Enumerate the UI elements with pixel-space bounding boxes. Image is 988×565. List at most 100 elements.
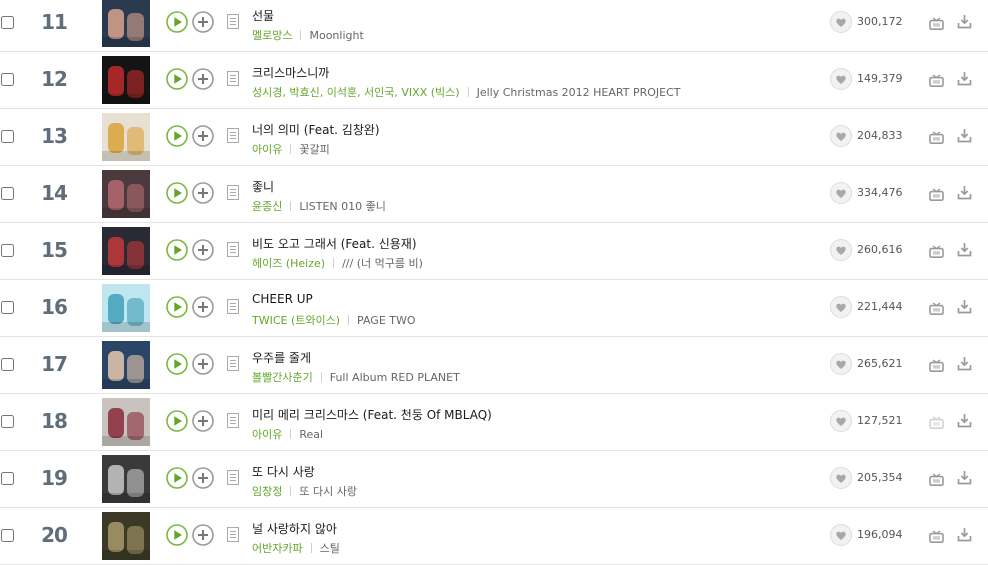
song-title[interactable]: 또 다시 사랑: [252, 463, 315, 480]
album-name[interactable]: 또 다시 사랑: [299, 485, 357, 498]
play-circle-icon[interactable]: [166, 125, 188, 147]
artist-name[interactable]: 성시경, 박효신, 이석훈, 서인국, VIXX (빅스): [252, 86, 460, 99]
download-icon[interactable]: [957, 527, 972, 542]
select-checkbox[interactable]: [1, 472, 14, 485]
tv-icon[interactable]: [929, 471, 944, 487]
download-icon[interactable]: [957, 242, 972, 257]
tv-icon[interactable]: [929, 243, 944, 259]
heart-icon[interactable]: [830, 410, 852, 432]
album-art[interactable]: [102, 512, 150, 560]
plus-circle-icon[interactable]: [192, 182, 214, 204]
album-name[interactable]: PAGE TWO: [357, 314, 416, 327]
album-art[interactable]: [102, 227, 150, 275]
plus-circle-icon[interactable]: [192, 353, 214, 375]
artist-name[interactable]: 임창정: [252, 485, 282, 498]
song-title[interactable]: 미리 메리 크리스마스 (Feat. 천둥 Of MBLAQ): [252, 406, 492, 423]
artist-name[interactable]: 볼빨간사춘기: [252, 371, 313, 384]
plus-circle-icon[interactable]: [192, 524, 214, 546]
select-checkbox[interactable]: [1, 529, 14, 542]
plus-circle-icon[interactable]: [192, 410, 214, 432]
play-circle-icon[interactable]: [166, 11, 188, 33]
plus-circle-icon[interactable]: [192, 68, 214, 90]
artist-name[interactable]: 윤종신: [252, 200, 282, 213]
document-icon[interactable]: [227, 356, 239, 371]
plus-circle-icon[interactable]: [192, 125, 214, 147]
artist-name[interactable]: 헤이즈 (Heize): [252, 257, 325, 270]
document-icon[interactable]: [227, 299, 239, 314]
play-circle-icon[interactable]: [166, 239, 188, 261]
select-checkbox[interactable]: [1, 73, 14, 86]
heart-icon[interactable]: [830, 524, 852, 546]
song-title[interactable]: 선물: [252, 7, 274, 24]
album-art[interactable]: [102, 0, 150, 47]
album-name[interactable]: Jelly Christmas 2012 HEART PROJECT: [477, 86, 681, 99]
play-circle-icon[interactable]: [166, 353, 188, 375]
artist-name[interactable]: TWICE (트와이스): [252, 314, 340, 327]
download-icon[interactable]: [957, 14, 972, 29]
album-name[interactable]: Full Album RED PLANET: [330, 371, 460, 384]
document-icon[interactable]: [227, 14, 239, 29]
tv-icon[interactable]: [929, 528, 944, 544]
heart-icon[interactable]: [830, 68, 852, 90]
album-art[interactable]: [102, 398, 150, 446]
artist-name[interactable]: 아이유: [252, 428, 282, 441]
song-title[interactable]: 너의 의미 (Feat. 김창완): [252, 121, 380, 138]
tv-icon[interactable]: [929, 15, 944, 31]
tv-icon[interactable]: [929, 300, 944, 316]
song-title[interactable]: 크리스마스니까: [252, 64, 329, 81]
album-name[interactable]: LISTEN 010 좋니: [299, 200, 385, 213]
document-icon[interactable]: [227, 413, 239, 428]
album-art[interactable]: [102, 341, 150, 389]
select-checkbox[interactable]: [1, 130, 14, 143]
song-title[interactable]: CHEER UP: [252, 292, 313, 306]
heart-icon[interactable]: [830, 353, 852, 375]
heart-icon[interactable]: [830, 467, 852, 489]
heart-icon[interactable]: [830, 182, 852, 204]
select-checkbox[interactable]: [1, 244, 14, 257]
album-art[interactable]: [102, 113, 150, 161]
song-title[interactable]: 좋니: [252, 178, 274, 195]
document-icon[interactable]: [227, 470, 239, 485]
artist-name[interactable]: 어반자카파: [252, 542, 303, 555]
select-checkbox[interactable]: [1, 358, 14, 371]
album-name[interactable]: 꽃갈피: [299, 143, 329, 156]
play-circle-icon[interactable]: [166, 182, 188, 204]
heart-icon[interactable]: [830, 296, 852, 318]
album-name[interactable]: Moonlight: [309, 29, 363, 42]
heart-icon[interactable]: [830, 239, 852, 261]
album-art[interactable]: [102, 455, 150, 503]
play-circle-icon[interactable]: [166, 524, 188, 546]
artist-name[interactable]: 멜로망스: [252, 29, 292, 42]
select-checkbox[interactable]: [1, 301, 14, 314]
tv-icon[interactable]: [929, 186, 944, 202]
play-circle-icon[interactable]: [166, 410, 188, 432]
document-icon[interactable]: [227, 71, 239, 86]
document-icon[interactable]: [227, 185, 239, 200]
select-checkbox[interactable]: [1, 16, 14, 29]
document-icon[interactable]: [227, 527, 239, 542]
song-title[interactable]: 우주를 줄게: [252, 349, 311, 366]
song-title[interactable]: 널 사랑하지 않아: [252, 520, 337, 537]
plus-circle-icon[interactable]: [192, 296, 214, 318]
play-circle-icon[interactable]: [166, 296, 188, 318]
heart-icon[interactable]: [830, 11, 852, 33]
album-art[interactable]: [102, 284, 150, 332]
download-icon[interactable]: [957, 356, 972, 371]
plus-circle-icon[interactable]: [192, 11, 214, 33]
download-icon[interactable]: [957, 71, 972, 86]
plus-circle-icon[interactable]: [192, 239, 214, 261]
tv-icon[interactable]: [929, 72, 944, 88]
album-name[interactable]: Real: [299, 428, 323, 441]
artist-name[interactable]: 아이유: [252, 143, 282, 156]
heart-icon[interactable]: [830, 125, 852, 147]
download-icon[interactable]: [957, 128, 972, 143]
play-circle-icon[interactable]: [166, 467, 188, 489]
tv-icon[interactable]: [929, 129, 944, 145]
download-icon[interactable]: [957, 299, 972, 314]
plus-circle-icon[interactable]: [192, 467, 214, 489]
tv-icon[interactable]: [929, 357, 944, 373]
album-art[interactable]: [102, 170, 150, 218]
album-name[interactable]: /// (너 먹구름 비): [342, 257, 423, 270]
download-icon[interactable]: [957, 185, 972, 200]
song-title[interactable]: 비도 오고 그래서 (Feat. 신용재): [252, 235, 417, 252]
